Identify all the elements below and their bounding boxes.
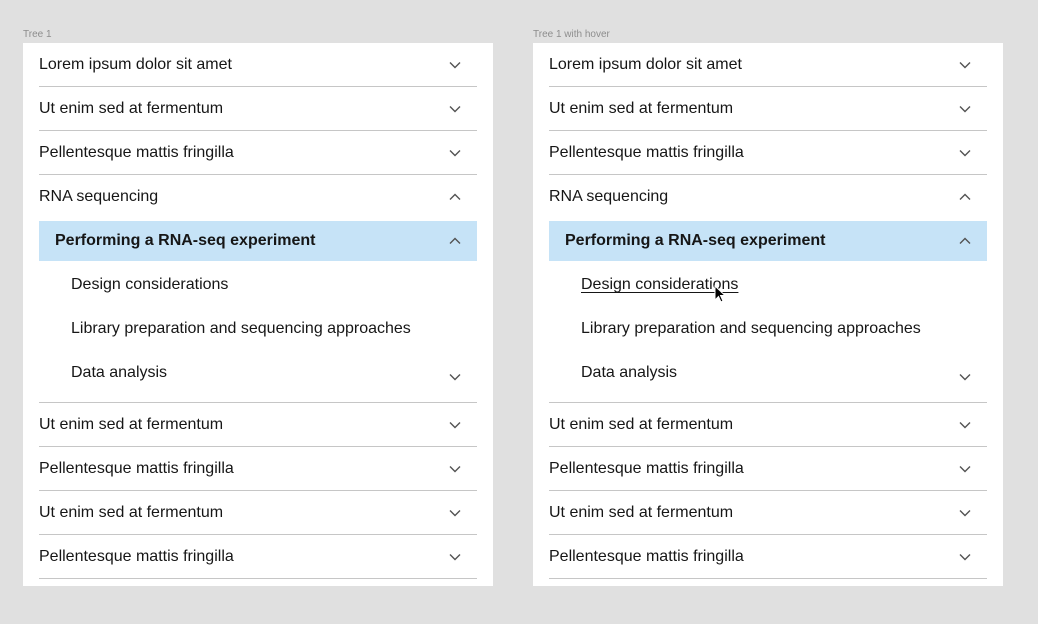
chevron-down-icon[interactable] bbox=[449, 509, 461, 517]
tree-panel-hover: Lorem ipsum dolor sit amet Ut enim sed at… bbox=[533, 43, 1003, 586]
chevron-down-icon[interactable] bbox=[959, 465, 971, 473]
tree-node-ut-enim-sed-at-fermentum[interactable]: Ut enim sed at fermentum bbox=[39, 403, 477, 447]
frame-label-tree-1-hover: Tree 1 with hover bbox=[533, 29, 610, 40]
tree-node-rna-sequencing[interactable]: RNA sequencing bbox=[549, 175, 987, 219]
chevron-down-icon[interactable] bbox=[449, 149, 461, 157]
tree-node-label: Ut enim sed at fermentum bbox=[549, 503, 734, 521]
mouse-cursor-icon bbox=[714, 285, 726, 303]
chevron-down-icon[interactable] bbox=[959, 149, 971, 157]
tree-node-label: Library preparation and sequencing appro… bbox=[71, 320, 411, 337]
tree-panel-default: Lorem ipsum dolor sit amet Ut enim sed at… bbox=[23, 43, 493, 586]
chevron-up-icon[interactable] bbox=[959, 237, 971, 245]
tree-node-design-considerations[interactable]: Design considerations bbox=[549, 263, 987, 307]
chevron-down-icon[interactable] bbox=[959, 553, 971, 561]
tree-node-label: Library preparation and sequencing appro… bbox=[581, 320, 921, 337]
tree-node-lorem-ipsum-dolor-sit-amet[interactable]: Lorem ipsum dolor sit amet bbox=[39, 43, 477, 87]
chevron-up-icon[interactable] bbox=[959, 193, 971, 201]
tree-node-performing-a-rna-seq-experiment[interactable]: Performing a RNA-seq experiment bbox=[39, 221, 477, 261]
chevron-up-icon[interactable] bbox=[449, 237, 461, 245]
tree-node-ut-enim-sed-at-fermentum[interactable]: Ut enim sed at fermentum bbox=[39, 87, 477, 131]
chevron-down-icon[interactable] bbox=[449, 105, 461, 113]
tree-node-performing-a-rna-seq-experiment[interactable]: Performing a RNA-seq experiment bbox=[549, 221, 987, 261]
tree-node-label: Ut enim sed at fermentum bbox=[549, 415, 734, 433]
tree-node-label: RNA sequencing bbox=[39, 188, 159, 205]
tree-node-ut-enim-sed-at-fermentum[interactable]: Ut enim sed at fermentum bbox=[549, 403, 987, 447]
tree-node-label: Pellentesque mattis fringilla bbox=[549, 547, 744, 565]
tree-node-label: Pellentesque mattis fringilla bbox=[39, 143, 234, 161]
tree-node-pellentesque-mattis-fringilla[interactable]: Pellentesque mattis fringilla bbox=[39, 447, 477, 491]
chevron-down-icon[interactable] bbox=[449, 553, 461, 561]
tree-node-label: Ut enim sed at fermentum bbox=[39, 99, 224, 117]
chevron-down-icon[interactable] bbox=[959, 105, 971, 113]
tree-view: Lorem ipsum dolor sit amet Ut enim sed at… bbox=[39, 43, 477, 579]
chevron-down-icon[interactable] bbox=[449, 373, 461, 381]
tree-node-pellentesque-mattis-fringilla[interactable]: Pellentesque mattis fringilla bbox=[39, 131, 477, 175]
chevron-down-icon[interactable] bbox=[449, 61, 461, 69]
tree-node-pellentesque-mattis-fringilla[interactable]: Pellentesque mattis fringilla bbox=[549, 447, 987, 491]
tree-node-label: Pellentesque mattis fringilla bbox=[549, 143, 744, 161]
tree-node-ut-enim-sed-at-fermentum[interactable]: Ut enim sed at fermentum bbox=[39, 491, 477, 535]
chevron-down-icon[interactable] bbox=[959, 61, 971, 69]
chevron-down-icon[interactable] bbox=[959, 373, 971, 381]
tree-node-label: Pellentesque mattis fringilla bbox=[549, 459, 744, 477]
tree-node-label: Data analysis bbox=[71, 363, 168, 381]
tree-node-library-preparation-and-sequencing-approaches[interactable]: Library preparation and sequencing appro… bbox=[39, 307, 477, 351]
tree-node-label: Lorem ipsum dolor sit amet bbox=[39, 55, 232, 73]
tree-node-rna-sequencing[interactable]: RNA sequencing bbox=[39, 175, 477, 219]
tree-node-label: Pellentesque mattis fringilla bbox=[39, 459, 234, 477]
chevron-down-icon[interactable] bbox=[959, 421, 971, 429]
tree-node-pellentesque-mattis-fringilla[interactable]: Pellentesque mattis fringilla bbox=[39, 535, 477, 579]
tree-node-ut-enim-sed-at-fermentum[interactable]: Ut enim sed at fermentum bbox=[549, 87, 987, 131]
chevron-down-icon[interactable] bbox=[959, 509, 971, 517]
tree-node-label: Performing a RNA-seq experiment bbox=[565, 232, 826, 249]
tree-node-data-analysis[interactable]: Data analysis bbox=[549, 351, 987, 403]
chevron-down-icon[interactable] bbox=[449, 421, 461, 429]
tree-node-label: Design considerations bbox=[71, 276, 229, 293]
tree-node-ut-enim-sed-at-fermentum[interactable]: Ut enim sed at fermentum bbox=[549, 491, 987, 535]
tree-node-data-analysis[interactable]: Data analysis bbox=[39, 351, 477, 403]
tree-node-label: Ut enim sed at fermentum bbox=[39, 503, 224, 521]
tree-node-label: Pellentesque mattis fringilla bbox=[39, 547, 234, 565]
tree-node-pellentesque-mattis-fringilla[interactable]: Pellentesque mattis fringilla bbox=[549, 535, 987, 579]
chevron-down-icon[interactable] bbox=[449, 465, 461, 473]
tree-node-label: Ut enim sed at fermentum bbox=[549, 99, 734, 117]
tree-node-pellentesque-mattis-fringilla[interactable]: Pellentesque mattis fringilla bbox=[549, 131, 987, 175]
tree-node-library-preparation-and-sequencing-approaches[interactable]: Library preparation and sequencing appro… bbox=[549, 307, 987, 351]
tree-node-label: Data analysis bbox=[581, 363, 678, 381]
tree-node-lorem-ipsum-dolor-sit-amet[interactable]: Lorem ipsum dolor sit amet bbox=[549, 43, 987, 87]
frame-label-tree-1: Tree 1 bbox=[23, 29, 52, 40]
tree-node-label: RNA sequencing bbox=[549, 188, 669, 205]
tree-node-design-considerations[interactable]: Design considerations bbox=[39, 263, 477, 307]
tree-node-label: Ut enim sed at fermentum bbox=[39, 415, 224, 433]
tree-node-label: Lorem ipsum dolor sit amet bbox=[549, 55, 742, 73]
tree-node-label: Performing a RNA-seq experiment bbox=[55, 232, 316, 249]
tree-view: Lorem ipsum dolor sit amet Ut enim sed at… bbox=[549, 43, 987, 579]
chevron-up-icon[interactable] bbox=[449, 193, 461, 201]
